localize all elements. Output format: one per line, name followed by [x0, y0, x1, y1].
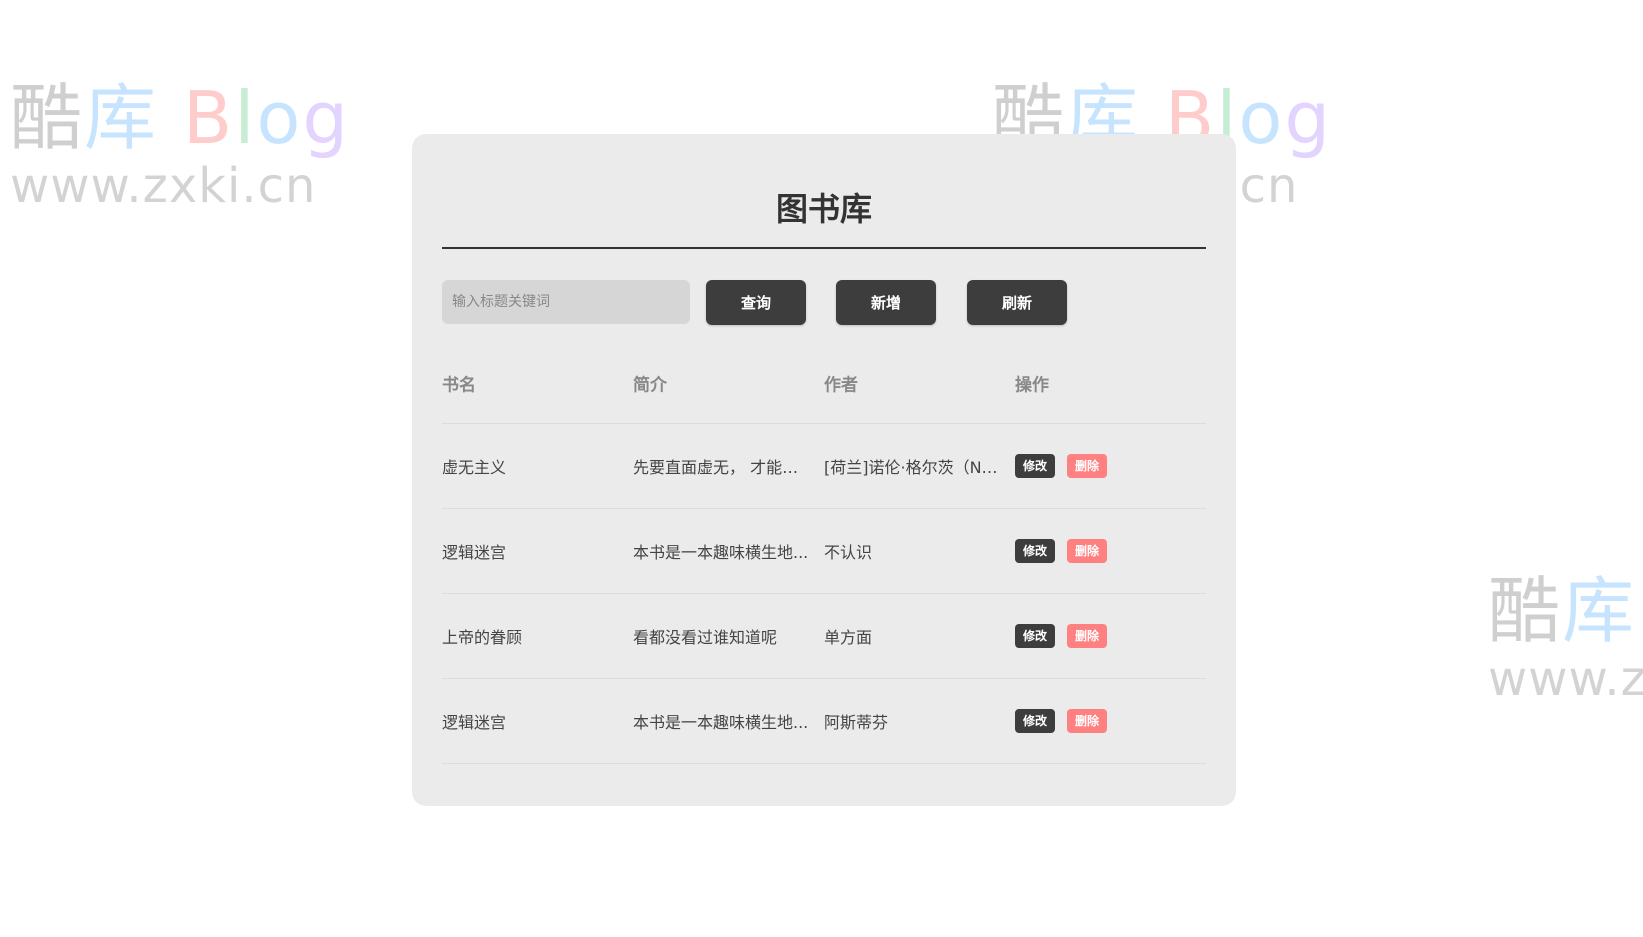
delete-button[interactable]: 删除 — [1067, 539, 1108, 563]
book-author: 单方面 — [824, 628, 873, 647]
delete-button[interactable]: 删除 — [1067, 454, 1108, 478]
book-title: 逻辑迷宫 — [442, 713, 507, 732]
book-intro: 本书是一本趣味横生地... — [633, 543, 809, 562]
edit-button[interactable]: 修改 — [1015, 709, 1056, 733]
book-title: 逻辑迷宫 — [442, 543, 507, 562]
column-header-author: 作者 — [824, 375, 858, 396]
search-input[interactable] — [442, 280, 690, 324]
book-author: 阿斯蒂芬 — [824, 713, 889, 732]
book-title: 上帝的眷顾 — [442, 628, 523, 647]
edit-button[interactable]: 修改 — [1015, 454, 1056, 478]
row-actions: 修改 删除 — [1015, 624, 1205, 648]
delete-button[interactable]: 删除 — [1067, 709, 1108, 733]
watermark: 酷库 Blog www.zxki.cn — [10, 76, 351, 214]
row-actions: 修改 删除 — [1015, 454, 1205, 478]
column-header-intro: 简介 — [633, 375, 667, 396]
page: 酷库 Blog www.zxki.cn 酷库 Blog www.zxki.cn … — [0, 0, 1643, 937]
table-row: 逻辑迷宫 本书是一本趣味横生地... 不认识 修改 删除 — [442, 509, 1206, 594]
edit-button[interactable]: 修改 — [1015, 624, 1056, 648]
column-header-title: 书名 — [442, 375, 476, 396]
books-table: 书名 简介 作者 操作 虚无主义 先要直面虚无， 才能找... [荷兰]诺伦·格… — [442, 319, 1206, 764]
book-author: 不认识 — [824, 543, 873, 562]
row-actions: 修改 删除 — [1015, 709, 1205, 733]
book-title: 虚无主义 — [442, 458, 507, 477]
page-title: 图书库 — [775, 190, 872, 228]
column-header-actions: 操作 — [1015, 375, 1049, 396]
title-divider — [442, 247, 1206, 249]
row-actions: 修改 删除 — [1015, 539, 1205, 563]
delete-button[interactable]: 删除 — [1067, 624, 1108, 648]
table-row: 逻辑迷宫 本书是一本趣味横生地... 阿斯蒂芬 修改 删除 — [442, 679, 1206, 764]
table-row: 虚无主义 先要直面虚无， 才能找... [荷兰]诺伦·格尔茨（No... 修改删… — [442, 424, 1206, 509]
book-intro: 本书是一本趣味横生地... — [633, 713, 809, 732]
edit-button[interactable]: 修改 — [1015, 539, 1056, 563]
watermark: 酷库 www.zxki.cn — [1488, 569, 1643, 707]
book-author: [荷兰]诺伦·格尔茨（No... — [824, 458, 1004, 477]
table-row: 上帝的眷顾 看都没看过谁知道呢 单方面 修改 删除 — [442, 594, 1206, 679]
book-intro: 看都没看过谁知道呢 — [633, 628, 778, 647]
library-card: 图书库 查询 新增 刷新 书名 简介 作者 操作 虚无主义 先要直面虚无， 才能… — [412, 134, 1236, 806]
table-header: 书名 简介 作者 操作 — [442, 319, 1206, 424]
book-intro: 先要直面虚无， 才能找... — [633, 458, 813, 477]
